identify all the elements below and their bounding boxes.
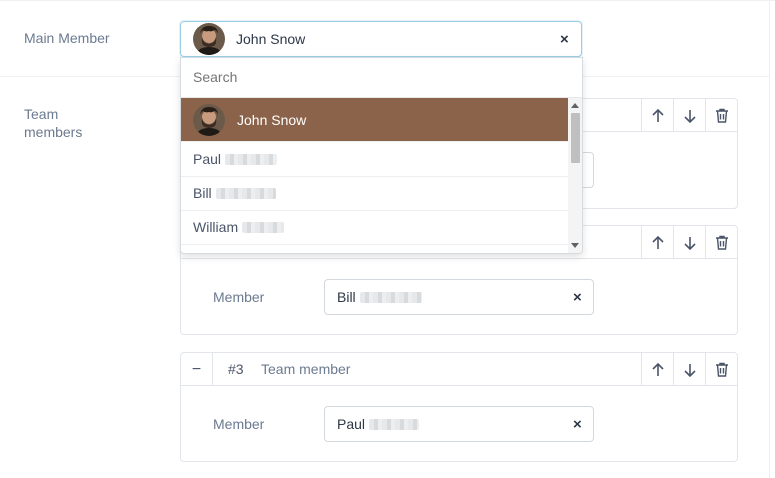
right-border xyxy=(769,0,770,478)
delete-button[interactable] xyxy=(705,99,737,132)
arrow-down-icon xyxy=(683,236,696,250)
delete-button[interactable] xyxy=(705,353,737,386)
main-member-value: John Snow xyxy=(236,31,306,47)
option-label: Bill xyxy=(193,185,276,201)
panel-3-member-name: Paul xyxy=(337,416,366,432)
trash-icon xyxy=(715,235,728,250)
panel-3-member-label: Member xyxy=(213,416,265,432)
arrow-up-icon xyxy=(651,235,664,249)
option-william-name: William xyxy=(193,219,239,235)
panel-3-index: #3 xyxy=(228,361,244,377)
clear-panel-2-member-icon[interactable]: × xyxy=(573,290,582,305)
dropdown-options: John Snow Paul Bill William xyxy=(181,98,568,253)
trash-icon xyxy=(715,108,728,123)
scroll-down-icon[interactable] xyxy=(571,243,579,248)
panel-2-member-name: Bill xyxy=(337,289,356,305)
redacted-surname xyxy=(215,188,276,199)
option-william[interactable]: William xyxy=(181,211,568,245)
delete-button[interactable] xyxy=(705,226,737,259)
collapse-button[interactable]: − xyxy=(181,353,213,386)
panel-3-title: Team member xyxy=(261,361,351,377)
clear-panel-3-member-icon[interactable]: × xyxy=(573,417,582,432)
clear-main-member-icon[interactable]: × xyxy=(560,32,569,47)
panel-2-member-input[interactable]: Bill × xyxy=(324,279,594,315)
redacted-surname xyxy=(242,222,285,233)
option-bill-name: Bill xyxy=(193,185,212,201)
team-members-label-line2: members xyxy=(24,124,83,140)
trash-icon xyxy=(715,362,728,377)
option-label: John Snow xyxy=(237,112,307,128)
redacted-surname xyxy=(225,154,278,165)
scroll-thumb[interactable] xyxy=(571,113,580,163)
main-member-label: Main Member xyxy=(24,30,110,46)
dropdown-search-input[interactable] xyxy=(193,69,563,85)
minus-icon: − xyxy=(191,360,202,378)
panel-2-member-label: Member xyxy=(213,289,265,305)
member-dropdown: John Snow Paul Bill William xyxy=(180,57,583,254)
move-down-button[interactable] xyxy=(673,226,705,259)
john-snow-avatar xyxy=(193,23,225,55)
main-member-select[interactable]: John Snow × xyxy=(180,21,582,57)
panel-2-member-value: Bill xyxy=(337,289,422,305)
option-john-snow[interactable]: John Snow xyxy=(181,98,568,142)
option-paul[interactable]: Paul xyxy=(181,142,568,177)
arrow-up-icon xyxy=(651,362,664,376)
move-up-button[interactable] xyxy=(641,353,673,386)
team-member-panel-3: − #3 Team member Member Paul × xyxy=(180,352,738,462)
option-label: Paul xyxy=(193,151,278,167)
option-bill[interactable]: Bill xyxy=(181,177,568,211)
panel-3-member-input[interactable]: Paul × xyxy=(324,406,594,442)
team-members-label-line1: Team xyxy=(24,106,59,122)
john-snow-avatar xyxy=(193,104,225,136)
redacted-surname xyxy=(369,419,420,430)
arrow-up-icon xyxy=(651,108,664,122)
option-paul-name: Paul xyxy=(193,151,222,167)
option-label: William xyxy=(193,219,285,235)
move-down-button[interactable] xyxy=(673,353,705,386)
move-up-button[interactable] xyxy=(641,226,673,259)
arrow-down-icon xyxy=(683,109,696,123)
panel-3-header: − #3 Team member xyxy=(181,353,737,386)
redacted-surname xyxy=(359,292,422,303)
move-up-button[interactable] xyxy=(641,99,673,132)
move-down-button[interactable] xyxy=(673,99,705,132)
top-border xyxy=(0,0,775,1)
team-members-label: Team members xyxy=(24,105,82,141)
panel-3-member-value: Paul xyxy=(337,416,420,432)
scroll-up-icon[interactable] xyxy=(571,103,579,108)
dropdown-search xyxy=(181,58,582,98)
arrow-down-icon xyxy=(683,363,696,377)
dropdown-scrollbar[interactable] xyxy=(568,98,582,253)
